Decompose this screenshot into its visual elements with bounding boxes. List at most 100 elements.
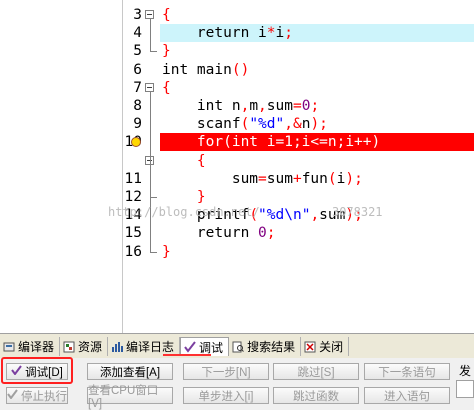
compiler-icon — [3, 341, 15, 353]
line-number[interactable]: 12 — [104, 188, 142, 206]
add-watch-button[interactable]: 添加查看[A] — [87, 363, 173, 380]
code-token: () — [231, 61, 250, 78]
line-number[interactable]: 14 — [104, 206, 142, 224]
compile-log-icon — [111, 341, 124, 353]
debug-button-annotation-box — [1, 357, 73, 384]
code-token: 0 — [258, 225, 267, 242]
side-label: 发 — [459, 364, 472, 378]
code-line[interactable]: 15 return 0; — [0, 224, 474, 242]
code-editor[interactable]: 3{4 return i*i; 5} 6 int main() 7{8 int n,m,… — [0, 0, 474, 333]
tab-label: 关闭 — [319, 340, 344, 354]
side-input[interactable] — [456, 380, 474, 398]
code-line[interactable]: 16} — [0, 242, 474, 261]
code-token: sum — [266, 170, 293, 187]
line-number[interactable]: 9 — [104, 115, 142, 133]
next-statement-button[interactable]: 下一条语句 — [364, 363, 450, 380]
code-token: * — [266, 25, 276, 42]
code-text[interactable]: } — [160, 243, 474, 261]
code-line[interactable]: { — [0, 152, 474, 170]
code-token: return i — [162, 25, 267, 42]
code-token: sum — [319, 207, 346, 224]
code-text[interactable]: { — [160, 152, 474, 170]
code-line[interactable]: 10 for(int i=1;i<=n;i++) — [0, 133, 474, 152]
code-text[interactable]: for(int i=1;i<=n;i++) — [160, 133, 474, 152]
code-token: fun — [301, 170, 328, 187]
line-number[interactable]: 16 — [104, 243, 142, 261]
code-text[interactable]: sum=sum+fun(i); — [160, 170, 474, 188]
code-token: ( — [240, 116, 250, 133]
code-line[interactable]: 6 int main() — [0, 61, 474, 79]
debug-check-icon — [184, 341, 196, 353]
code-line[interactable]: 7{ — [0, 79, 474, 97]
tab-label: 编译日志 — [126, 340, 175, 354]
line-number[interactable]: 5 — [104, 42, 142, 60]
code-token: { — [162, 7, 171, 23]
code-token: } — [162, 43, 171, 60]
code-token: , — [240, 98, 250, 114]
line-number[interactable]: 6 — [104, 61, 142, 79]
fold-toggle-icon[interactable] — [145, 82, 154, 92]
code-token: for(int i=1;i<=n;i++) — [162, 134, 381, 151]
step-into-button[interactable]: 单步进入[i] — [183, 387, 269, 404]
code-token: ,& — [284, 116, 302, 133]
tab-close[interactable]: 关闭 — [301, 337, 350, 356]
code-line[interactable]: 12 } — [0, 188, 474, 206]
line-number[interactable]: 11 — [104, 170, 142, 188]
code-line[interactable]: 4 return i*i; — [0, 24, 474, 43]
code-line[interactable]: 11 sum=sum+fun(i); — [0, 170, 474, 188]
code-token: ; — [284, 25, 293, 42]
view-cpu-window-button[interactable]: 查看CPU窗口[V] — [87, 385, 173, 410]
code-text[interactable]: int n,m,sum=0; — [160, 97, 474, 115]
code-line[interactable]: 3{ — [0, 6, 474, 24]
code-token: ); — [345, 170, 363, 187]
code-token: sum — [266, 98, 293, 114]
code-token: { — [162, 79, 171, 96]
code-token: , — [310, 207, 320, 224]
code-token: } — [162, 189, 206, 205]
line-number[interactable]: 8 — [104, 97, 142, 115]
fold-end-marker — [150, 188, 157, 198]
line-number[interactable]: 15 — [104, 224, 142, 242]
code-text[interactable]: scanf("%d",&n); — [160, 115, 474, 133]
code-text[interactable]: { — [160, 6, 474, 24]
code-token: return — [162, 225, 259, 242]
code-text[interactable]: printf("%d\n",sum); — [160, 206, 474, 224]
enter-statement-button[interactable]: 进入语句 — [364, 387, 450, 404]
line-number[interactable]: 3 — [104, 6, 142, 24]
stop-execution-button[interactable]: 停止执行 — [6, 387, 68, 404]
code-token: = — [292, 98, 302, 114]
next-step-button[interactable]: 下一步[N] — [183, 363, 269, 380]
skip-function-button[interactable]: 跳过函数 — [273, 387, 359, 404]
close-icon — [304, 341, 316, 353]
skip-button[interactable]: 跳过[S] — [273, 363, 359, 380]
tab-label: 资源 — [78, 340, 103, 354]
code-token: "%d" — [249, 116, 285, 133]
tab-label: 调试 — [199, 340, 224, 355]
code-line[interactable]: 14 printf("%d\n",sum); — [0, 206, 474, 224]
code-text[interactable]: int main() — [160, 61, 474, 79]
stop-check-icon — [7, 389, 18, 402]
code-text[interactable]: } — [160, 188, 474, 206]
code-token: sum — [162, 170, 259, 187]
code-token: "%d\n" — [258, 207, 311, 224]
code-token: , — [258, 98, 267, 114]
code-token: ); — [310, 116, 328, 133]
code-token: + — [292, 170, 302, 187]
code-text[interactable]: return i*i; — [160, 24, 474, 43]
tab-resources[interactable]: 资源 — [60, 337, 109, 356]
code-token: ); — [345, 207, 363, 224]
line-number[interactable]: 4 — [104, 24, 142, 42]
code-text[interactable]: return 0; — [160, 224, 474, 242]
code-token: ( — [249, 207, 259, 224]
code-line[interactable]: 9 scanf("%d",&n); — [0, 115, 474, 133]
code-token: printf — [162, 207, 250, 224]
fold-guide-line — [150, 19, 151, 43]
tab-search-results[interactable]: 搜索结果 — [229, 337, 302, 356]
tab-compiler[interactable]: 编译器 — [0, 337, 61, 356]
code-line[interactable]: 5} — [0, 42, 474, 60]
code-text[interactable]: } — [160, 42, 474, 60]
code-line[interactable]: 8 int n,m,sum=0; — [0, 97, 474, 115]
line-number[interactable]: 7 — [104, 79, 142, 97]
code-text[interactable]: { — [160, 79, 474, 97]
fold-toggle-icon[interactable] — [145, 10, 154, 19]
